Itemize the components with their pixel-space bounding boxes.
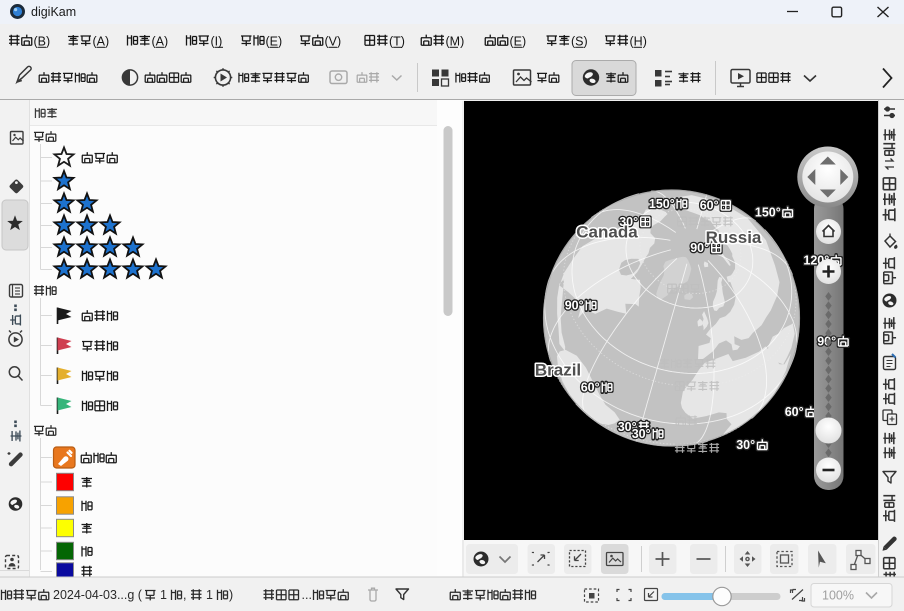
svg-text:150°: 150° [649,197,675,211]
svg-text:(V): (V) [325,35,342,49]
svg-text:...: ... [302,588,312,602]
svg-text:100%: 100% [822,589,854,603]
svg-text:1: 1 [160,588,167,602]
svg-text:60°: 60° [785,405,804,419]
svg-text:Canada: Canada [576,223,638,242]
svg-text:Russia: Russia [706,228,762,247]
svg-text:(H): (H) [630,35,647,49]
svg-text:30°: 30° [736,438,755,452]
svg-text:,: , [183,588,186,602]
svg-text:1: 1 [206,588,213,602]
svg-text:(A): (A) [93,35,110,49]
svg-text:90°: 90° [565,299,584,313]
svg-text:30°: 30° [632,427,651,441]
svg-text:(E): (E) [266,35,283,49]
svg-text:(M): (M) [446,35,465,49]
svg-text:2024-04-03...g (: 2024-04-03...g ( [53,588,143,602]
svg-text:(I): (I) [211,35,223,49]
svg-text:(S): (S) [571,35,588,49]
svg-text:digiKam: digiKam [31,5,76,19]
svg-text:150°: 150° [755,206,781,220]
svg-text:): ) [229,588,233,602]
svg-text:(T): (T) [389,35,405,49]
svg-text:60°: 60° [700,199,719,213]
svg-text:(B): (B) [34,35,51,49]
svg-text:60°: 60° [581,381,600,395]
svg-text:(E): (E) [510,35,527,49]
svg-text:Brazil: Brazil [535,361,581,380]
svg-text:(A): (A) [152,35,169,49]
